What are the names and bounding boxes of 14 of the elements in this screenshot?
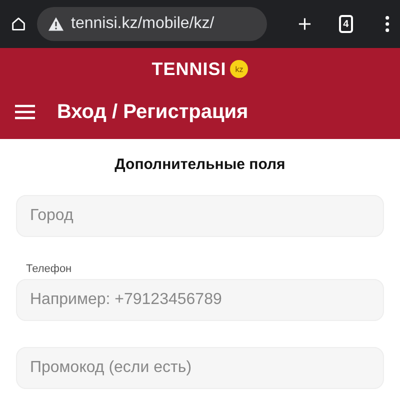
input-field[interactable]: Город: [16, 195, 384, 237]
warning-icon: [47, 15, 66, 33]
menu-icon[interactable]: [385, 13, 390, 35]
tab-count-button[interactable]: 4: [338, 15, 354, 33]
input-field[interactable]: Промокод (если есть): [16, 347, 384, 389]
logo-text[interactable]: TENNISI: [152, 58, 226, 80]
logo-badge: kz: [230, 60, 248, 78]
section-heading: Дополнительные поля: [114, 156, 286, 173]
input-field[interactable]: Например: +79123456789: [16, 279, 384, 321]
menu-icon[interactable]: [15, 104, 35, 120]
field-label: Телефон: [25, 263, 73, 275]
url-text: tennisi.kz/mobile/kz/: [71, 15, 214, 33]
page-title: Вход / Регистрация: [57, 100, 248, 124]
address-bar[interactable]: tennisi.kz/mobile/kz/: [37, 7, 268, 41]
